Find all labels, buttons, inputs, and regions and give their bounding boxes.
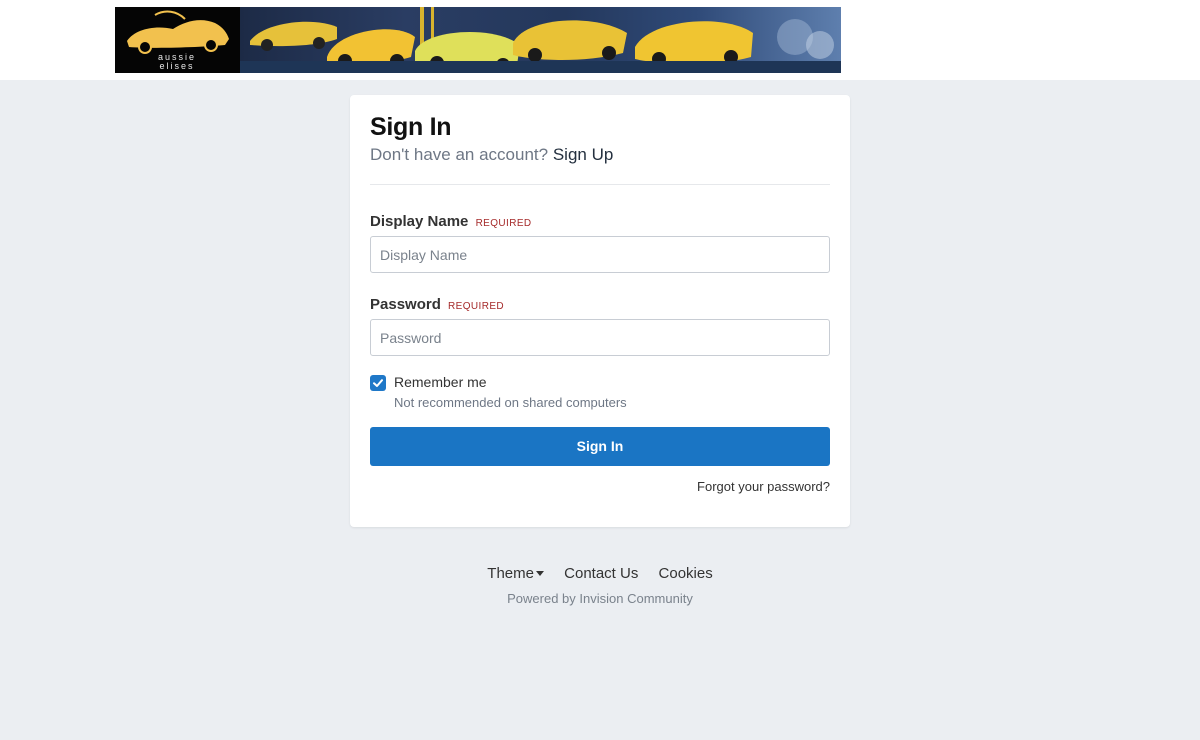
banner-strip xyxy=(240,61,841,73)
password-label: Password REQUIRED xyxy=(370,296,504,313)
theme-menu[interactable]: Theme xyxy=(487,565,544,582)
password-input[interactable] xyxy=(370,319,830,356)
page-title: Sign In xyxy=(370,113,452,141)
remember-me-description: Not recommended on shared computers xyxy=(394,395,627,410)
footer-links: Theme Contact Us Cookies xyxy=(0,565,1200,582)
contact-us-link[interactable]: Contact Us xyxy=(564,565,638,582)
powered-by-link[interactable]: Powered by Invision Community xyxy=(0,591,1200,606)
display-name-input[interactable] xyxy=(370,236,830,273)
remember-me-label[interactable]: Remember me xyxy=(394,374,487,390)
display-name-label-text: Display Name xyxy=(370,213,469,230)
site-header: aussie elises xyxy=(0,0,1200,80)
remember-me-checkbox[interactable] xyxy=(370,375,386,391)
theme-label: Theme xyxy=(487,565,534,582)
checkmark-icon xyxy=(373,379,383,387)
cookies-link[interactable]: Cookies xyxy=(659,565,713,582)
caret-down-icon xyxy=(535,570,544,576)
divider xyxy=(370,184,830,185)
site-banner[interactable]: aussie elises xyxy=(115,7,841,73)
signup-prompt: Don't have an account? xyxy=(370,145,549,164)
signin-subtitle: Don't have an account? Sign Up xyxy=(370,145,613,165)
signup-link[interactable]: Sign Up xyxy=(553,145,613,164)
signin-card: Sign In Don't have an account? Sign Up D… xyxy=(350,95,850,527)
forgot-password-link[interactable]: Forgot your password? xyxy=(697,479,830,494)
required-badge: REQUIRED xyxy=(475,218,532,229)
sign-in-button[interactable]: Sign In xyxy=(370,427,830,466)
password-label-text: Password xyxy=(370,296,441,313)
required-badge: REQUIRED xyxy=(448,301,505,312)
display-name-label: Display Name REQUIRED xyxy=(370,213,532,230)
